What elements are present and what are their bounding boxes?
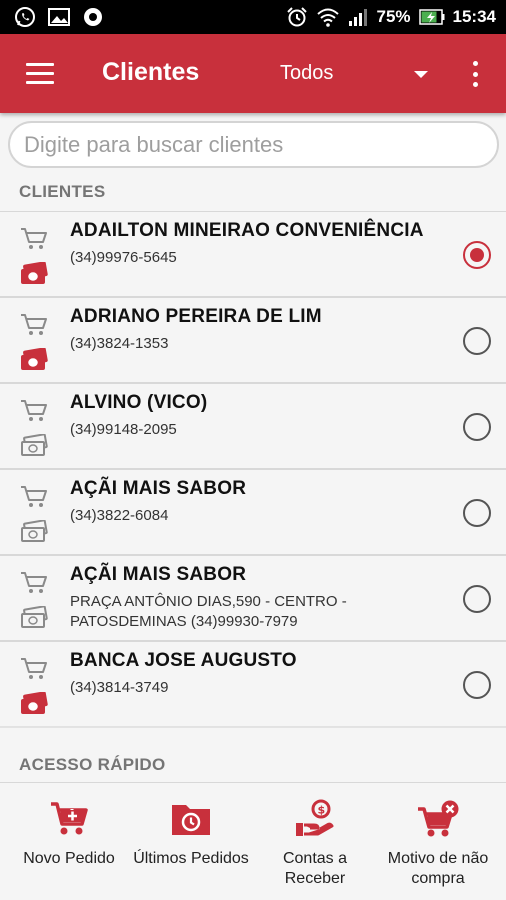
page-title: Clientes [102,58,200,86]
client-row[interactable]: ADAILTON MINEIRAO CONVENIÊNCIA (34)99976-… [0,212,506,298]
client-name: ALVINO (VICO) [70,392,208,413]
status-bar: 75% 15:34 [0,0,506,34]
money-icon[interactable] [20,691,48,721]
hamburger-menu-icon[interactable] [26,63,54,85]
client-name: ADAILTON MINEIRAO CONVENIÊNCIA [70,220,424,241]
whatsapp-icon [14,6,36,28]
accounts-receivable-button[interactable]: $ Contas a Receber [252,799,378,889]
cart-icon[interactable] [20,398,48,429]
last-orders-label: Últimos Pedidos [133,850,249,867]
alarm-icon [286,6,308,28]
image-icon [48,7,70,27]
money-icon[interactable] [20,261,48,291]
client-name: BANCA JOSE AUGUSTO [70,650,297,671]
client-row[interactable]: ALVINO (VICO) (34)99148-2095 [0,384,506,470]
client-select-radio[interactable] [463,585,491,613]
money-icon[interactable] [20,519,48,549]
cart-icon[interactable] [20,570,48,601]
cart-icon[interactable] [20,226,48,257]
client-select-radio[interactable] [463,241,491,269]
new-order-label: Novo Pedido [23,850,115,867]
client-detail: PRAÇA ANTÔNIO DIAS,590 - CENTRO - PATOSD… [70,593,347,630]
client-name: ADRIANO PEREIRA DE LIM [70,306,322,327]
cart-icon[interactable] [20,656,48,687]
hand-money-icon: $ [252,799,378,839]
client-select-radio[interactable] [463,327,491,355]
wifi-icon [316,7,340,27]
client-select-radio[interactable] [463,499,491,527]
cart-plus-icon [6,799,132,839]
quick-access-bar: Novo Pedido Últimos Pedidos $ Contas a R… [0,782,506,900]
client-detail: (34)3822-6084 [70,507,169,524]
cart-cancel-icon [375,799,501,839]
client-list[interactable]: ADAILTON MINEIRAO CONVENIÊNCIA (34)99976-… [0,211,506,738]
client-row[interactable]: AÇÃI MAIS SABOR (34)3822-6084 [0,470,506,556]
client-detail: (34)3814-3749 [70,679,169,696]
battery-charging-icon [418,9,445,25]
money-icon[interactable] [20,433,48,463]
client-detail: (34)99976-5645 [70,249,177,266]
filter-value: Todos [280,62,334,84]
svg-text:$: $ [318,804,326,817]
client-detail: (34)99148-2095 [70,421,177,438]
accounts-receivable-label: Contas a Receber [282,850,348,887]
client-select-radio[interactable] [463,671,491,699]
filter-dropdown[interactable]: Todos [280,62,428,88]
new-order-button[interactable]: Novo Pedido [6,799,132,869]
client-select-radio[interactable] [463,413,491,441]
clients-section-header: CLIENTES [19,182,106,201]
client-row[interactable]: BANCA JOSE AUGUSTO (34)3814-3749 [0,642,506,728]
dropdown-arrow-icon [414,71,428,78]
no-purchase-reason-label: Motivo de não compra [387,850,489,887]
client-row[interactable]: ADRIANO PEREIRA DE LIM (34)3824-1353 [0,298,506,384]
quick-access-header: ACESSO RÁPIDO [19,755,166,774]
signal-icon [348,7,368,27]
battery-percent: 75% [376,7,411,26]
list-fade [0,720,506,740]
client-name: AÇÃI MAIS SABOR [70,564,247,585]
cart-icon[interactable] [20,484,48,515]
more-options-icon[interactable] [470,61,480,87]
app-bar: Clientes Todos [0,34,506,113]
history-folder-icon [128,799,254,839]
client-row[interactable]: AÇÃI MAIS SABOR PRAÇA ANTÔNIO DIAS,590 - … [0,556,506,642]
client-detail: (34)3824-1353 [70,335,169,352]
search-input[interactable] [8,121,499,168]
no-purchase-reason-button[interactable]: Motivo de não compra [375,799,501,889]
clock-time: 15:34 [452,7,496,26]
client-name: AÇÃI MAIS SABOR [70,478,247,499]
money-icon[interactable] [20,605,48,635]
money-icon[interactable] [20,347,48,377]
cart-icon[interactable] [20,312,48,343]
sync-circle-icon [82,6,104,28]
last-orders-button[interactable]: Últimos Pedidos [128,799,254,869]
